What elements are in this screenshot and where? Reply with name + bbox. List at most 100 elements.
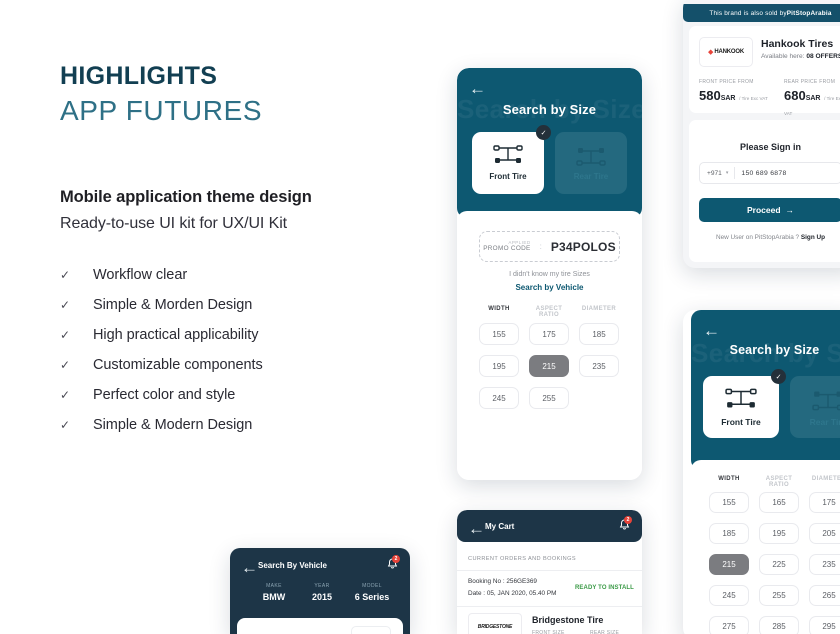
tire-option-front[interactable]: ✓ Front Tire (472, 125, 551, 194)
brand-availability: Available here: 08 OFFERS (761, 53, 840, 60)
size-chip-grid: 155 175 185 195 215 235 245 255 (479, 323, 620, 409)
brand-banner-prefix: This brand is also sold by (709, 9, 787, 17)
column-header-width[interactable]: WIDTH (709, 476, 749, 488)
size-chip[interactable]: 165 (759, 492, 799, 513)
tire-option-rear[interactable]: Rear Tire (555, 132, 627, 194)
size-chip[interactable]: 195 (479, 355, 519, 377)
page-title: HIGHLIGHTS (60, 62, 218, 90)
list-item: ✓ Workflow clear (60, 260, 440, 290)
tire-option-label: Front Tire (489, 172, 527, 181)
rear-price-label: REAR PRICE FROM (784, 79, 836, 85)
front-price-value: 580SAR / Tire Exc VAT (699, 88, 768, 103)
check-icon: ✓ (60, 357, 71, 372)
phone-my-cart: ← My Cart 2 CURRENT ORDERS AND BOOKINGS … (457, 510, 642, 634)
vehicle-title: Search By Vehicle (258, 561, 327, 570)
size-chip[interactable]: 175 (529, 323, 569, 345)
chevron-down-icon[interactable]: ▾ (726, 170, 729, 176)
rear-size-label: REAR SIZE (590, 630, 620, 634)
feature-label: Simple & Morden Design (93, 296, 253, 313)
phone-brand-signin: This brand is also sold by PitStopArabia… (683, 0, 840, 268)
proceed-button[interactable]: Proceed → (699, 198, 840, 222)
phone-number-input[interactable]: +971 ▾ 150 689 6878 (699, 162, 840, 184)
column-header-aspect-ratio[interactable]: ASPECT RATIO (529, 306, 569, 318)
vehicle-ghost-field (351, 626, 391, 634)
column-header-aspect-ratio[interactable]: ASPECT RATIO (759, 476, 799, 488)
size-chip[interactable]: 275 (709, 616, 749, 634)
column-header-diameter[interactable]: DIAMETER (809, 476, 840, 488)
selected-check-icon: ✓ (771, 369, 786, 384)
sign-up-link[interactable]: Sign Up (801, 234, 825, 241)
size-chip[interactable]: 255 (529, 387, 569, 409)
vehicle-year-label: YEAR (314, 583, 330, 589)
vehicle-make-label: MAKE (266, 583, 282, 589)
size-chip[interactable]: 155 (709, 492, 749, 513)
size-chip[interactable]: 205 (809, 523, 840, 544)
new-user-footer: New User on PitStopArabia ? Sign Up (689, 234, 840, 241)
signin-card: Please Sign in +971 ▾ 150 689 6878 Proce… (689, 120, 840, 262)
search-by-vehicle-link[interactable]: Search by Vehicle (457, 283, 642, 292)
size-chip[interactable]: 195 (759, 523, 799, 544)
column-header-width[interactable]: WIDTH (479, 306, 519, 318)
tire-option-front[interactable]: ✓ Front Tire (703, 369, 786, 438)
size-chip[interactable]: 185 (579, 323, 619, 345)
size-chip[interactable]: 285 (759, 616, 799, 634)
cart-header: ← My Cart 2 (457, 510, 642, 542)
product-logo-text: BRIDGESTONE (477, 624, 513, 630)
brand-logo-text: HANKOOK (714, 49, 744, 55)
promo-code-field[interactable]: APPLIED PROMO CODE : P34POLOS (479, 231, 620, 262)
marketing-panel: HIGHLIGHTS APP FUTURES Mobile applicatio… (60, 62, 440, 440)
size-chip[interactable]: 155 (479, 323, 519, 345)
list-item: ✓ Customizable components (60, 350, 440, 380)
column-header-diameter[interactable]: DIAMETER (579, 306, 619, 318)
search-size-large-header: ← Search by Size Search by Size ✓ Front … (691, 310, 840, 470)
front-price-label: FRONT PRICE FROM (699, 79, 754, 85)
size-chip[interactable]: 225 (759, 554, 799, 575)
status-badge: READY TO INSTALL (575, 585, 634, 591)
vehicle-make-value[interactable]: BMW (252, 592, 296, 602)
size-chip-selected[interactable]: 215 (529, 355, 569, 377)
size-chip[interactable]: 255 (759, 585, 799, 606)
phone-number-value: 150 689 6878 (741, 169, 787, 177)
promo-code-labels: APPLIED PROMO CODE (483, 240, 530, 253)
rear-tire-icon (812, 390, 840, 410)
promo-separator: : (539, 242, 542, 251)
brand-name: Hankook Tires (761, 38, 834, 50)
list-item: ✓ Perfect color and style (60, 380, 440, 410)
front-price-number: 580 (699, 88, 721, 103)
back-icon[interactable]: ← (703, 322, 720, 339)
size-chip[interactable]: 245 (479, 387, 519, 409)
size-chip[interactable]: 185 (709, 523, 749, 544)
size-chip[interactable]: 295 (809, 616, 840, 634)
vehicle-model-value[interactable]: 6 Series (348, 592, 396, 602)
size-chip-selected[interactable]: 215 (709, 554, 749, 575)
front-price-currency: SAR (720, 95, 736, 102)
selected-check-icon: ✓ (536, 125, 551, 140)
brand-offer-card[interactable]: ◆ HANKOOK Hankook Tires Available here: … (689, 26, 840, 116)
brand-banner: This brand is also sold by PitStopArabia (683, 4, 840, 22)
phone-search-by-size: ← Search by Size Search by Size ✓ Front … (457, 68, 642, 480)
vehicle-year-value[interactable]: 2015 (300, 592, 344, 602)
tire-option-rear[interactable]: Rear Tire (790, 376, 840, 438)
back-icon[interactable]: ← (241, 559, 258, 576)
brand-banner-name: PitStopArabia (786, 9, 832, 17)
country-code: +971 (707, 169, 722, 177)
availability-value: 08 OFFERS (806, 53, 840, 60)
back-icon[interactable]: ← (468, 520, 485, 537)
size-chip[interactable]: 175 (809, 492, 840, 513)
rear-price-number: 680 (784, 88, 806, 103)
divider (457, 606, 642, 607)
size-chip[interactable]: 235 (579, 355, 619, 377)
size-chip[interactable]: 265 (809, 585, 840, 606)
check-icon: ✓ (60, 297, 71, 312)
tire-option-label: Front Tire (721, 416, 761, 427)
size-chip[interactable]: 235 (809, 554, 840, 575)
promo-subheading: Mobile application theme design (60, 187, 312, 206)
booking-date: Date : 05, JAN 2020, 05.40 PM (468, 590, 557, 597)
list-item: ✓ High practical applicability (60, 320, 440, 350)
size-column-headers: WIDTH ASPECT RATIO DIAMETER (709, 476, 840, 488)
size-chip[interactable]: 245 (709, 585, 749, 606)
availability-prefix: Available here: (761, 53, 807, 60)
cart-section-label: CURRENT ORDERS AND BOOKINGS (468, 556, 576, 562)
phone-search-by-vehicle: ← Search By Vehicle 2 MAKE BMW YEAR 2015… (230, 548, 410, 634)
promo-code-label: PROMO CODE (483, 245, 531, 253)
